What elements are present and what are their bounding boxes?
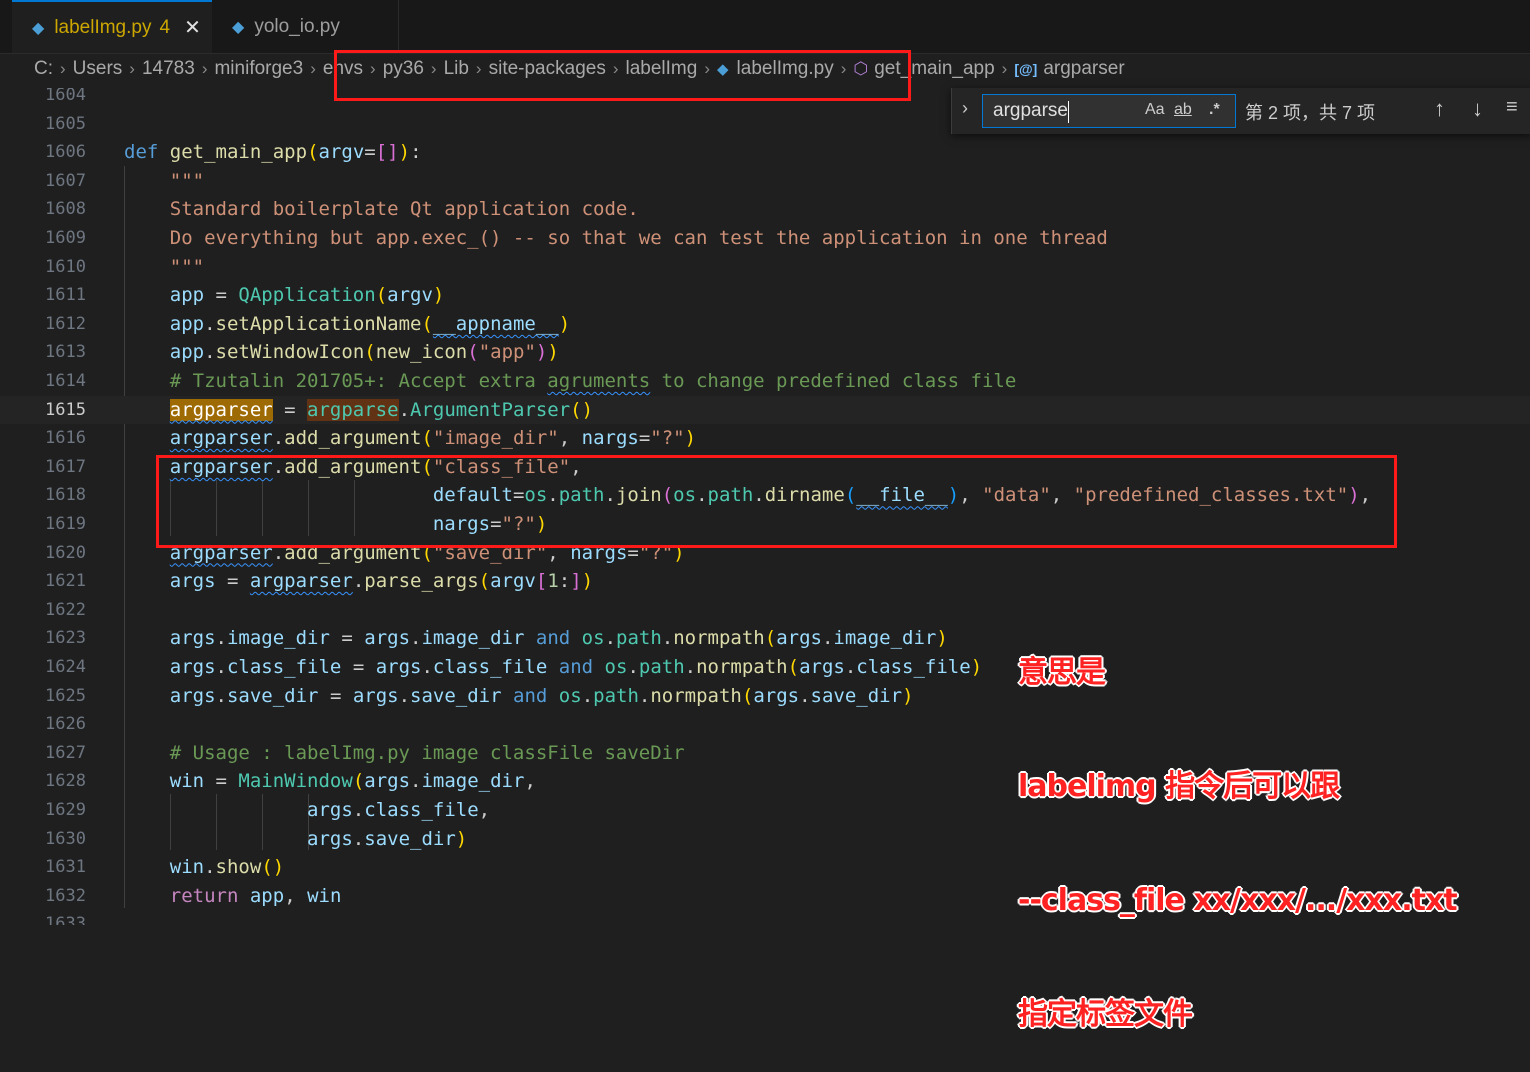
- tab-bar: ◆ labelImg.py 4 ✕ ◆ yolo_io.py: [0, 0, 1530, 54]
- text-caret: [1068, 101, 1069, 123]
- code-line: 1614 # Tzutalin 201705+: Accept extra ag…: [0, 367, 1530, 396]
- line-number: 1611: [45, 285, 86, 306]
- annotation-line: 意思是: [1018, 655, 1106, 690]
- line-number: 1632: [45, 885, 86, 906]
- annotation-line: labelimg 指令后可以跟: [1018, 769, 1340, 804]
- code-line: 1609 Do everything but app.exec_() -- so…: [0, 224, 1530, 253]
- chevron-right-icon: ›: [310, 59, 316, 78]
- chevron-right-icon: ›: [129, 59, 135, 78]
- problem-count-badge: 4: [159, 16, 171, 38]
- line-number: 1629: [45, 800, 86, 820]
- line-number: 1618: [45, 485, 86, 506]
- breadcrumb-item[interactable]: miniforge3: [214, 58, 303, 80]
- find-query: argparse: [993, 100, 1068, 121]
- code-line-current: 1615 argparser = argparse.ArgumentParser…: [0, 395, 1530, 425]
- line-number: 1633: [45, 914, 86, 925]
- python-file-icon: ◆: [232, 18, 245, 36]
- match-whole-word-button[interactable]: ab: [1174, 101, 1192, 119]
- line-number: 1612: [45, 313, 86, 334]
- find-in-selection-icon[interactable]: ≡: [1506, 96, 1518, 119]
- line-number: 1630: [45, 828, 86, 849]
- annotation-note: 意思是 labelimg 指令后可以跟 --class_file xx/xxx/…: [1018, 578, 1458, 1072]
- line-number: 1628: [45, 771, 86, 792]
- line-number: 1624: [45, 657, 86, 677]
- python-file-icon: ◆: [32, 19, 45, 37]
- line-number: 1616: [45, 428, 86, 449]
- chevron-right-icon: ›: [201, 59, 208, 78]
- annotation-line: 指定标签文件: [1018, 997, 1193, 1032]
- find-widget: › argparse Aa ab .* 第 2 项，共 7 项 ↑ ↓ ≡: [951, 88, 1530, 134]
- use-regex-button[interactable]: .*: [1209, 101, 1220, 119]
- breadcrumb-item[interactable]: Users: [73, 58, 123, 80]
- line-number: 1627: [45, 742, 86, 763]
- line-number: 1626: [45, 714, 86, 735]
- tab-yolo-io-py[interactable]: ◆ yolo_io.py: [212, 0, 399, 53]
- chevron-right-icon: ›: [60, 59, 66, 78]
- tab-label: labelImg.py: [54, 16, 152, 38]
- line-number: 1607: [45, 170, 86, 191]
- match-case-button[interactable]: Aa: [1145, 101, 1165, 119]
- next-match-icon[interactable]: ↓: [1472, 96, 1483, 122]
- tab-label: yolo_io.py: [254, 15, 340, 37]
- code-highlight-box: [156, 455, 1397, 548]
- tab-labelimg-py[interactable]: ◆ labelImg.py 4 ✕: [12, 0, 212, 53]
- code-line: 1606 def get_main_app(argv=[]):: [0, 138, 1530, 167]
- line-number: 1615: [45, 399, 86, 420]
- code-line: 1607 """: [0, 167, 1530, 196]
- breadcrumb-item[interactable]: 14783: [142, 58, 195, 80]
- line-number: 1604: [45, 88, 86, 105]
- previous-match-icon[interactable]: ↑: [1434, 96, 1445, 122]
- line-number: 1621: [45, 571, 86, 592]
- line-number: 1609: [45, 228, 86, 248]
- line-number: 1617: [45, 456, 86, 477]
- line-number: 1620: [45, 542, 86, 563]
- line-number: 1610: [45, 256, 86, 277]
- close-icon[interactable]: ✕: [184, 15, 201, 40]
- line-number: 1608: [45, 199, 86, 220]
- chevron-right-icon[interactable]: ›: [962, 98, 968, 119]
- code-line: 1613 app.setWindowIcon(new_icon("app")): [0, 338, 1530, 367]
- code-line: 1616 argparser.add_argument("image_dir",…: [0, 424, 1530, 453]
- match-count: 第 2 项，共 7 项: [1245, 103, 1376, 123]
- chevron-right-icon: ›: [1001, 59, 1008, 78]
- code-line: 1610 """: [0, 253, 1530, 282]
- code-line: 1608 Standard boilerplate Qt application…: [0, 195, 1530, 224]
- line-number: 1613: [45, 342, 86, 363]
- line-number: 1622: [45, 599, 86, 620]
- line-number: 1623: [45, 628, 86, 649]
- line-number: 1606: [45, 142, 86, 163]
- variable-icon: [@]: [1014, 61, 1038, 77]
- code-line: 1611 app = QApplication(argv): [0, 281, 1530, 310]
- breadcrumb-item[interactable]: argparser: [1043, 58, 1124, 80]
- code-line: 1612 app.setApplicationName(__appname__): [0, 310, 1530, 339]
- line-number: 1625: [45, 685, 86, 706]
- find-input[interactable]: argparse: [982, 94, 1236, 128]
- line-number: 1619: [45, 514, 86, 534]
- line-number: 1614: [45, 371, 86, 391]
- breadcrumb-highlight-box: [334, 50, 911, 101]
- annotation-line: --class_file xx/xxx/.../xxx.txt: [1018, 883, 1458, 918]
- line-number: 1605: [45, 113, 86, 134]
- breadcrumb-item[interactable]: C:: [34, 58, 53, 80]
- line-number: 1631: [45, 857, 86, 878]
